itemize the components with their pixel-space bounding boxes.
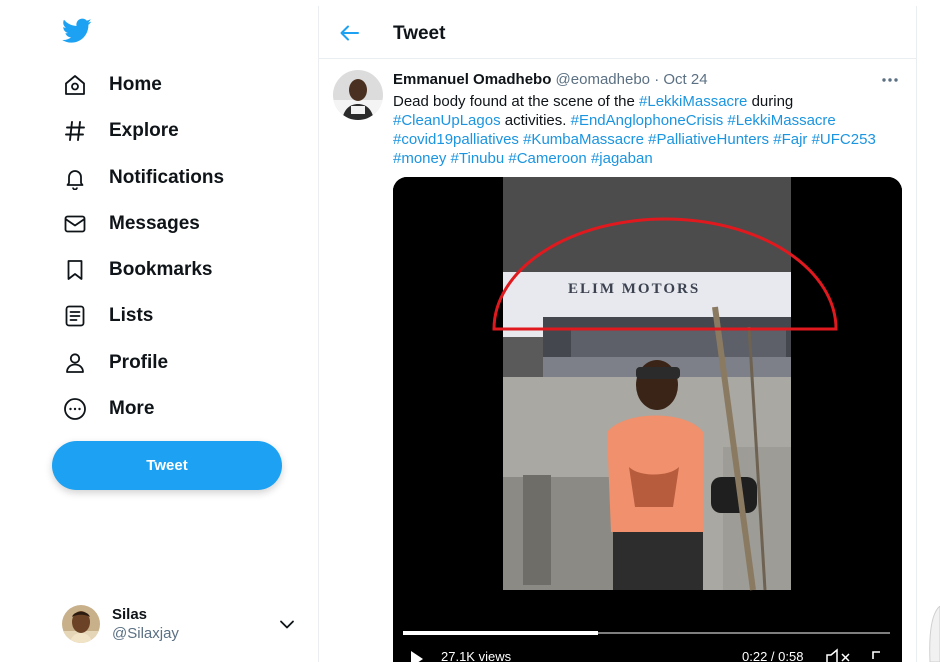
hashtag-link[interactable]: #KumbaMassacre	[523, 131, 644, 148]
hashtag-link[interactable]: #money	[393, 150, 446, 167]
nav-lists[interactable]: Lists	[62, 299, 153, 333]
nav-bookmarks-label: Bookmarks	[109, 259, 213, 280]
list-icon	[62, 303, 88, 329]
account-name: Silas	[112, 606, 148, 623]
nav-explore[interactable]: Explore	[62, 114, 179, 148]
bell-icon	[62, 165, 88, 191]
hashtag-link[interactable]: #covid19palliatives	[393, 131, 519, 148]
hashtag-link[interactable]: #Cameroon	[508, 150, 586, 167]
hashtag-link[interactable]: #Fajr	[773, 131, 807, 148]
more-options-icon[interactable]	[879, 72, 901, 88]
tweet-author-handle[interactable]: @eomadhebo	[556, 71, 650, 88]
video-sign-text: ELIM MOTORS	[568, 281, 701, 297]
nav-notifications-label: Notifications	[109, 167, 225, 188]
hashtag-link[interactable]: #EndAnglophoneCrisis	[571, 112, 724, 129]
tweet-meta-separator: ·	[654, 71, 660, 88]
hashtag-link[interactable]: #UFC253	[812, 131, 876, 148]
hashtag-link[interactable]: #jagaban	[591, 150, 653, 167]
video-time: 0:22 / 0:58	[742, 649, 804, 662]
nav-more[interactable]: More	[62, 392, 154, 426]
hashtag-link[interactable]: #LekkiMassacre	[727, 112, 835, 129]
page-edge-decoration	[928, 605, 940, 662]
tweet-date[interactable]: Oct 24	[663, 71, 707, 88]
nav-home[interactable]: Home	[62, 68, 162, 102]
nav-bookmarks[interactable]: Bookmarks	[62, 253, 213, 287]
nav-lists-label: Lists	[109, 305, 154, 326]
more-circle-icon	[62, 396, 88, 422]
tweet-text-segment: Dead body found at the scene of the	[393, 93, 640, 110]
nav-explore-label: Explore	[109, 120, 179, 141]
avatar	[62, 605, 100, 643]
tweet-button[interactable]: Tweet	[52, 441, 282, 490]
video-views: 27.1K views	[441, 649, 512, 662]
hashtag-link[interactable]: #LekkiMassacre	[639, 93, 747, 110]
tweet-text-segment: during	[747, 93, 794, 110]
account-handle: @Silaxjay	[112, 625, 179, 642]
nav-notifications[interactable]: Notifications	[62, 161, 224, 195]
person-icon	[62, 350, 88, 376]
envelope-icon	[62, 211, 88, 237]
nav-messages[interactable]: Messages	[62, 207, 200, 241]
tweet-text: Dead body found at the scene of the #Lek…	[393, 92, 893, 168]
account-switcher[interactable]: Silas @Silaxjay	[62, 603, 302, 645]
nav-profile-label: Profile	[109, 352, 169, 373]
hashtag-link[interactable]: #CleanUpLagos	[393, 112, 501, 129]
hashtag-link[interactable]: #PalliativeHunters	[648, 131, 769, 148]
video-frame	[393, 177, 902, 662]
nav-more-label: More	[109, 398, 155, 419]
tweet-author-name[interactable]: Emmanuel Omadhebo	[393, 71, 551, 88]
chevron-down-icon[interactable]	[276, 613, 298, 635]
page-header: Tweet	[319, 6, 917, 59]
back-arrow-icon[interactable]	[339, 22, 361, 44]
nav-home-label: Home	[109, 74, 162, 95]
hashtag-link[interactable]: #Tinubu	[451, 150, 505, 167]
tweet-text-segment: activities.	[500, 112, 571, 129]
hashtag-icon	[62, 118, 88, 144]
tweet-header: Emmanuel Omadhebo @eomadhebo · Oct 24	[393, 71, 708, 88]
twitter-bird-icon[interactable]	[62, 18, 92, 46]
bookmark-icon	[62, 257, 88, 283]
nav-profile[interactable]: Profile	[62, 346, 168, 380]
video-player[interactable]: ELIM MOTORS 27.1K views 0:22 / 0:58	[393, 177, 902, 662]
nav-messages-label: Messages	[109, 213, 200, 234]
main-column: Tweet Emmanuel Omadhebo @eomadhebo · Oct…	[318, 6, 917, 662]
tweet-detail: Emmanuel Omadhebo @eomadhebo · Oct 24 De…	[319, 60, 917, 662]
sidebar: Home Explore Notifications Messages Book…	[0, 0, 318, 662]
tweet-author-avatar[interactable]	[333, 70, 383, 120]
home-icon	[62, 72, 88, 98]
page-title: Tweet	[393, 23, 446, 44]
